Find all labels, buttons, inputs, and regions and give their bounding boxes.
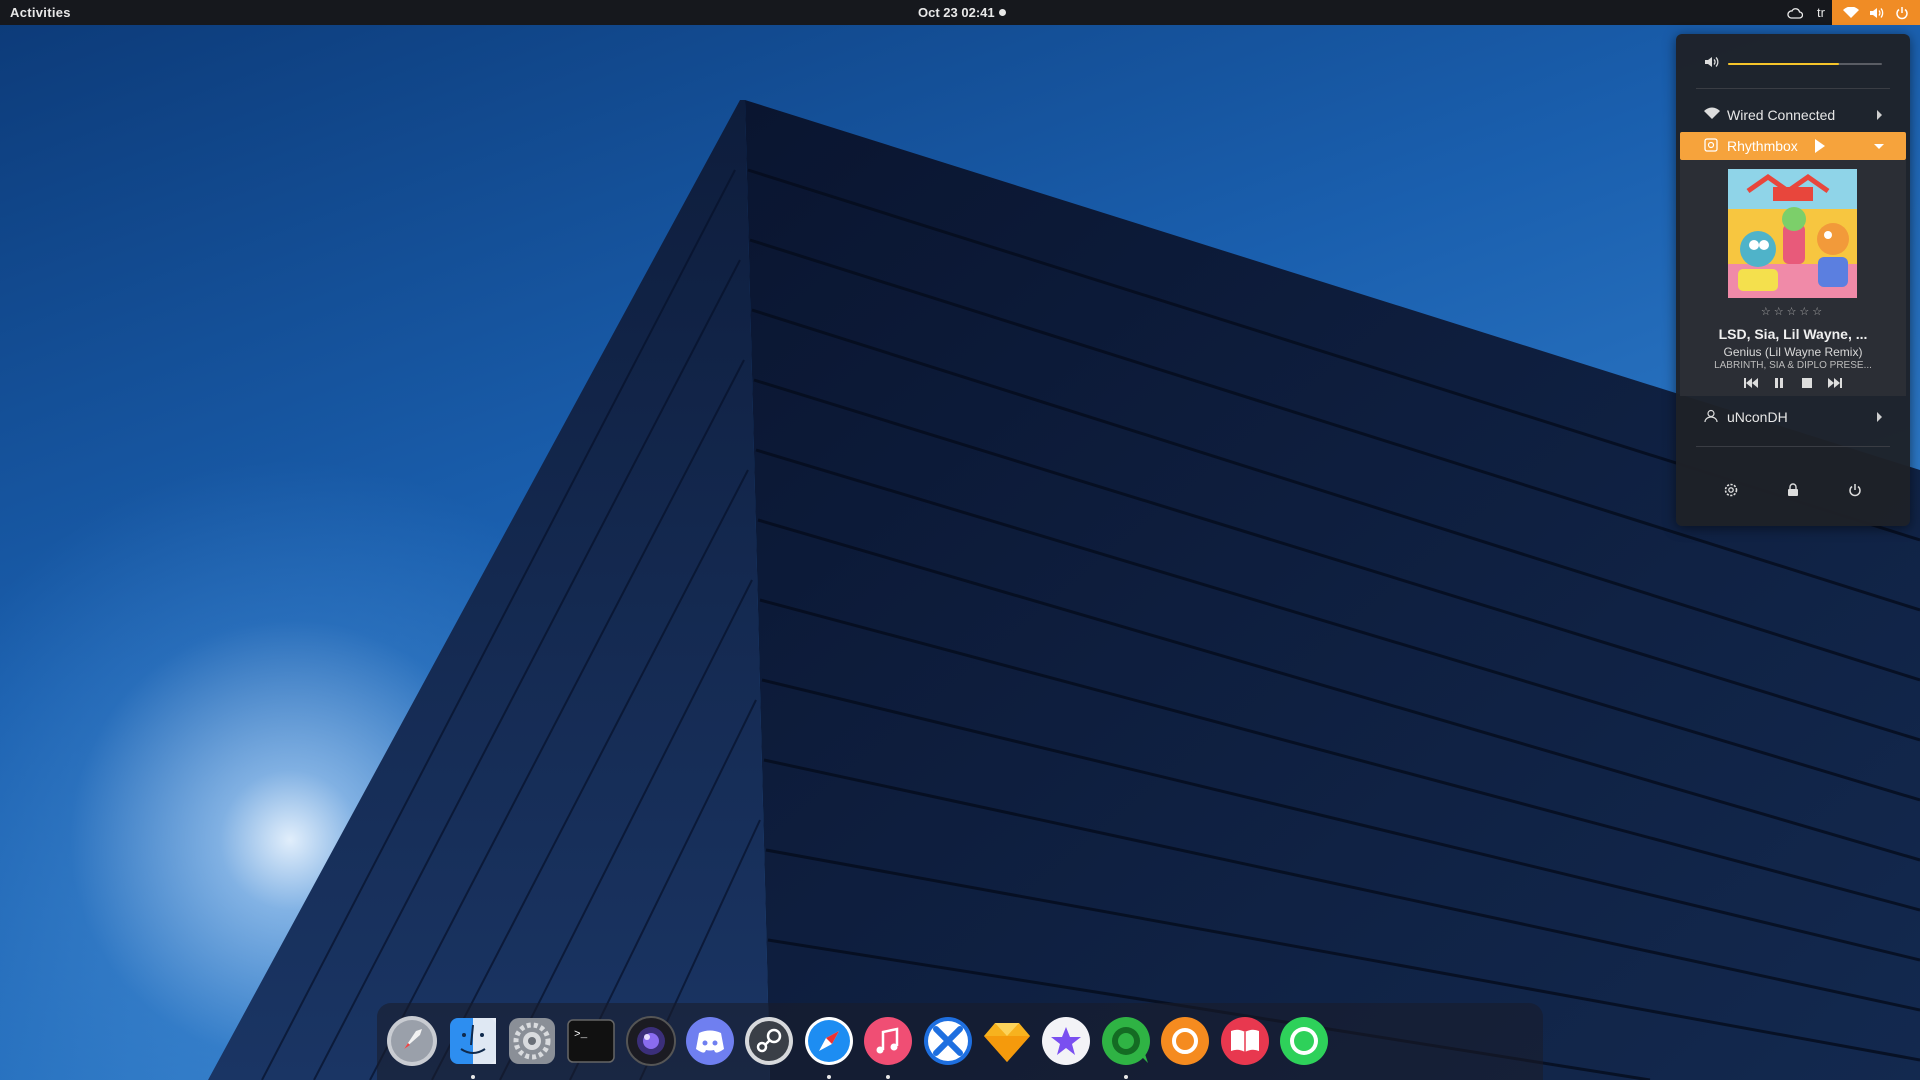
steam-icon[interactable] (743, 1015, 795, 1067)
volume-row (1676, 44, 1910, 80)
rating-stars[interactable]: ☆☆☆☆☆ (1680, 305, 1906, 318)
media-player-panel: ☆☆☆☆☆ LSD, Sia, Lil Wayne, ... Genius (L… (1680, 160, 1906, 396)
itunes-icon[interactable] (862, 1015, 914, 1079)
running-indicator (827, 1075, 831, 1079)
network-menu-item[interactable]: Wired Connected (1676, 100, 1910, 130)
media-player-header[interactable]: Rhythmbox (1680, 132, 1906, 160)
network-label: Wired Connected (1727, 107, 1836, 123)
gear-icon (1724, 483, 1738, 497)
activities-button[interactable]: Activities (10, 5, 71, 20)
safari-icon[interactable] (803, 1015, 855, 1079)
svg-text:>_: >_ (574, 1029, 588, 1041)
track-title: Genius (Lil Wayne Remix) (1723, 345, 1863, 359)
power-icon (1849, 484, 1861, 497)
lock-button[interactable] (1781, 478, 1805, 502)
top-bar: Activities Oct 23 02:41 tr (0, 0, 1920, 25)
lock-icon (1788, 483, 1798, 496)
settings-button[interactable] (1719, 478, 1743, 502)
xcode-icon[interactable] (922, 1015, 974, 1067)
clock[interactable]: Oct 23 02:41 (918, 5, 1006, 20)
terminal-icon[interactable]: >_ (565, 1015, 617, 1067)
chevron-down-icon (1874, 144, 1884, 149)
rhythmbox-icon (1704, 138, 1718, 155)
notification-dot (998, 9, 1006, 16)
launchpad-icon[interactable] (386, 1015, 438, 1067)
system-preferences-icon[interactable] (506, 1015, 558, 1067)
running-indicator (1124, 1075, 1128, 1079)
sketch-icon[interactable] (981, 1015, 1033, 1067)
media-controls (1680, 374, 1906, 392)
hangouts-icon[interactable] (1100, 1015, 1152, 1079)
running-indicator (471, 1075, 475, 1079)
volume-icon (1704, 55, 1720, 72)
discord-icon[interactable] (684, 1015, 736, 1067)
starred-icon[interactable] (1040, 1015, 1092, 1067)
play-icon (1815, 139, 1825, 153)
track-album: LABRINTH, SIA & DIPLO PRESE... (1714, 360, 1872, 371)
next-track-icon[interactable] (1828, 376, 1842, 390)
user-menu-item[interactable]: uNconDH (1676, 402, 1910, 432)
volume-slider[interactable] (1728, 63, 1882, 65)
media-player-name: Rhythmbox (1727, 138, 1798, 154)
finder-icon[interactable] (447, 1015, 499, 1079)
separator (1696, 446, 1890, 447)
ubuntu-icon[interactable] (1159, 1015, 1211, 1067)
wifi-icon (1704, 107, 1720, 124)
stop-icon[interactable] (1800, 376, 1814, 390)
status-menu-button[interactable] (1832, 0, 1920, 25)
power-off-button[interactable] (1843, 478, 1867, 502)
album-art (1728, 169, 1857, 298)
volume-icon (1864, 0, 1890, 25)
wifi-icon (1838, 0, 1864, 25)
power-icon (1890, 0, 1914, 25)
books-icon[interactable] (1219, 1015, 1271, 1067)
wallpaper-building (208, 100, 1920, 1080)
previous-track-icon[interactable] (1744, 376, 1758, 390)
system-tray: tr (1780, 0, 1920, 25)
chevron-right-icon (1877, 110, 1882, 120)
chevron-right-icon (1877, 412, 1882, 422)
cloud-icon[interactable] (1780, 0, 1810, 25)
track-artist: LSD, Sia, Lil Wayne, ... (1718, 326, 1868, 342)
separator (1696, 88, 1890, 89)
user-icon (1704, 409, 1718, 426)
clock-label: Oct 23 02:41 (918, 5, 995, 20)
dock: >_ (377, 1003, 1543, 1080)
screen-recorder-icon[interactable] (625, 1015, 677, 1067)
user-label: uNconDH (1727, 409, 1788, 425)
system-buttons-row (1676, 470, 1910, 510)
volume-slider-fill (1728, 63, 1839, 65)
spotify-icon[interactable] (1278, 1015, 1330, 1067)
system-menu-panel: Wired Connected Rhythmbox ☆☆☆☆☆ LSD, Sia… (1676, 34, 1910, 526)
running-indicator (886, 1075, 890, 1079)
keyboard-layout-indicator[interactable]: tr (1810, 0, 1832, 25)
pause-icon[interactable] (1772, 376, 1786, 390)
